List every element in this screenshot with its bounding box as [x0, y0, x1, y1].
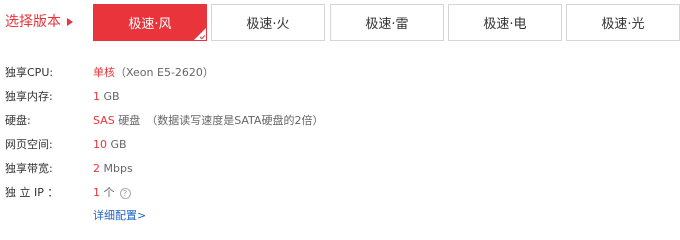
spec-unit: Mbps [100, 162, 133, 175]
plan-option-dian[interactable]: 极速·电 [448, 4, 562, 41]
spec-unit: 个 [100, 186, 115, 199]
spec-detail: （Xeon E5-2620） [115, 66, 214, 79]
detail-config-link[interactable]: 详细配置> [93, 209, 146, 223]
spec-label: 独 立 IP ： [5, 186, 59, 199]
select-version-label: 选择版本 [5, 14, 61, 30]
arrow-right-icon [67, 18, 73, 26]
plan-option-feng[interactable]: 极速·风 [93, 4, 207, 41]
plan-option-lei[interactable]: 极速·雷 [330, 4, 444, 41]
spec-label: 独享内存: [5, 90, 53, 103]
plan-label: 极速·风 [128, 17, 172, 32]
spec-note: （数据读写速度是SATA硬盘的2倍） [146, 114, 324, 127]
spec-value: 1 [93, 186, 100, 199]
spec-label: 网页空间: [5, 138, 53, 151]
spec-value: 2 [93, 162, 100, 175]
plan-label: 极速·雷 [365, 17, 409, 32]
spec-unit: 硬盘 [114, 114, 141, 127]
spec-value: 1 [93, 90, 100, 103]
spec-value: 10 [93, 138, 107, 151]
spec-unit: GB [100, 90, 120, 103]
spec-unit: GB [107, 138, 127, 151]
spec-label: 硬盘: [5, 114, 31, 127]
plan-option-guang[interactable]: 极速·光 [566, 4, 680, 41]
help-icon[interactable]: ? [119, 187, 131, 199]
plan-option-huo[interactable]: 极速·火 [211, 4, 325, 41]
spec-value: 单核 [93, 66, 115, 79]
spec-label: 独享带宽: [5, 162, 53, 175]
spec-value: SAS [93, 114, 115, 127]
version-selector: 选择版本 极速·风 极速·火 极速·雷 极速·电 极速·光 [0, 0, 680, 48]
plan-label: 极速·光 [601, 17, 645, 32]
spec-label: 独享CPU: [5, 66, 54, 79]
plan-label: 极速·火 [246, 17, 290, 32]
plan-label: 极速·电 [483, 17, 527, 32]
